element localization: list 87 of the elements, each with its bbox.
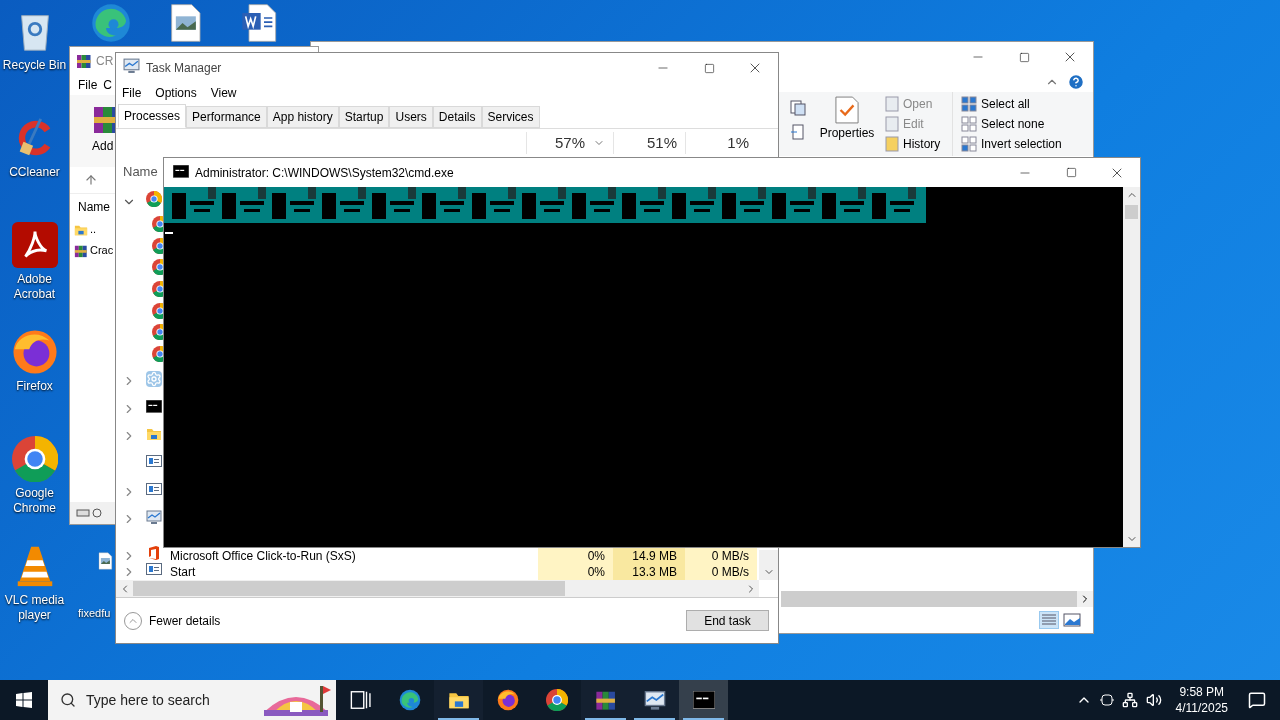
monitor-chart-icon bbox=[146, 508, 162, 525]
search-bar[interactable]: Type here to search bbox=[48, 680, 336, 720]
properties-button[interactable]: Properties bbox=[817, 92, 877, 150]
desktop-icon-label[interactable]: Firefox bbox=[16, 379, 53, 394]
acrobat-icon[interactable] bbox=[11, 222, 58, 268]
office-icon bbox=[146, 545, 162, 562]
word-document-icon[interactable] bbox=[239, 3, 279, 43]
up-arrow-icon[interactable] bbox=[84, 173, 98, 187]
console-icon bbox=[173, 164, 189, 178]
books-archive-icon[interactable] bbox=[594, 689, 617, 711]
selection-button[interactable]: Select all bbox=[961, 94, 1064, 114]
tab[interactable]: Users bbox=[389, 106, 433, 128]
search-field[interactable]: Type here to search bbox=[86, 689, 256, 711]
maximize-icon[interactable] bbox=[703, 62, 715, 74]
taskbar-app-button[interactable] bbox=[434, 680, 483, 720]
document-icon bbox=[885, 116, 899, 132]
desktop-icon-label[interactable]: Recycle Bin bbox=[2, 58, 67, 73]
large-icons-view-icon[interactable] bbox=[1063, 613, 1081, 627]
process-name: Microsoft Office Click-to-Run (SxS) bbox=[170, 548, 356, 563]
tab[interactable]: Details bbox=[432, 106, 482, 128]
taskbar-app-button[interactable] bbox=[581, 680, 630, 720]
desktop-icon-label[interactable]: fixedfu bbox=[78, 605, 111, 622]
grid-icon bbox=[961, 96, 977, 112]
tab[interactable]: App history bbox=[266, 106, 339, 128]
desktop-icon-label[interactable]: VLC media player bbox=[1, 593, 68, 623]
ribbon-button[interactable]: History bbox=[885, 134, 952, 154]
fewer-details-button[interactable]: Fewer details bbox=[149, 611, 221, 630]
menu-item[interactable]: File bbox=[122, 84, 142, 102]
usage-percent[interactable]: 57% bbox=[554, 131, 585, 155]
window-title: CR bbox=[96, 53, 114, 70]
tab[interactable]: Services bbox=[481, 106, 540, 128]
vertical-scrollbar[interactable] bbox=[759, 550, 778, 580]
checked-document-icon bbox=[835, 96, 859, 124]
desktop-icon-label[interactable]: CCleaner bbox=[9, 165, 60, 180]
windows-logo-icon[interactable] bbox=[16, 692, 32, 708]
taskbar-app-button[interactable] bbox=[630, 680, 679, 720]
desktop-icon-label[interactable]: Google Chrome bbox=[1, 486, 68, 516]
desktop-icon-label[interactable]: Adobe Acrobat bbox=[1, 272, 68, 302]
notifications-icon[interactable] bbox=[1248, 691, 1266, 709]
end-task-button[interactable]: End task bbox=[686, 610, 769, 631]
maximize-icon[interactable] bbox=[1018, 51, 1030, 63]
document-icon bbox=[885, 136, 899, 152]
menu-item[interactable]: C bbox=[103, 76, 112, 94]
console-icon[interactable] bbox=[692, 691, 715, 709]
books-archive-icon bbox=[74, 243, 88, 258]
maximize-icon[interactable] bbox=[1065, 167, 1077, 178]
vertical-scrollbar[interactable] bbox=[1123, 187, 1140, 547]
menu-item[interactable]: Options bbox=[155, 84, 197, 102]
tab[interactable]: Startup bbox=[338, 106, 390, 128]
monitor-chart-icon bbox=[123, 57, 140, 74]
document-icon bbox=[885, 96, 899, 112]
books-archive-icon bbox=[76, 53, 92, 69]
add-button[interactable]: Add bbox=[92, 137, 114, 155]
task-view-icon[interactable] bbox=[349, 689, 372, 711]
network-icon[interactable] bbox=[1121, 692, 1138, 708]
help-icon[interactable] bbox=[1067, 73, 1085, 91]
volume-icon[interactable] bbox=[1145, 692, 1162, 708]
image-file-icon[interactable] bbox=[96, 552, 114, 570]
file-name[interactable]: Crac bbox=[90, 242, 114, 259]
tab[interactable]: Performance bbox=[186, 106, 267, 128]
chrome-icon[interactable] bbox=[545, 689, 568, 711]
grid-icon bbox=[961, 116, 977, 132]
process-name: Start bbox=[170, 564, 196, 579]
file-name[interactable]: .. bbox=[90, 221, 97, 238]
window-title: Administrator: C:\WINDOWS\System32\cmd.exe bbox=[195, 164, 455, 182]
menu-item[interactable]: File bbox=[78, 76, 98, 94]
device-icon[interactable] bbox=[1099, 692, 1114, 708]
window-title: Task Manager bbox=[146, 60, 223, 77]
window-icon bbox=[146, 561, 162, 578]
edge-icon[interactable] bbox=[398, 689, 421, 711]
selection-button[interactable]: Select none bbox=[961, 114, 1064, 134]
clock-time[interactable]: 9:58 PM bbox=[1179, 684, 1225, 700]
selection-button[interactable]: Invert selection bbox=[961, 134, 1064, 154]
column-header[interactable]: Name bbox=[123, 161, 158, 181]
scroll-thumb[interactable] bbox=[1125, 205, 1138, 219]
usage-percent[interactable]: 51% bbox=[646, 131, 677, 155]
clock-date[interactable]: 4/11/2025 bbox=[1175, 700, 1228, 716]
column-header[interactable]: Name bbox=[78, 197, 110, 216]
firefox-icon[interactable] bbox=[496, 689, 519, 711]
menu-item[interactable]: View bbox=[210, 84, 237, 102]
tab[interactable]: Processes bbox=[118, 104, 187, 128]
usage-percent[interactable]: 1% bbox=[727, 131, 749, 155]
drive-icon bbox=[76, 508, 104, 518]
taskbar-app-button[interactable] bbox=[679, 680, 728, 720]
search-icon[interactable] bbox=[60, 692, 76, 708]
grid-icon bbox=[961, 136, 977, 152]
monitor-chart-icon[interactable] bbox=[643, 689, 666, 711]
